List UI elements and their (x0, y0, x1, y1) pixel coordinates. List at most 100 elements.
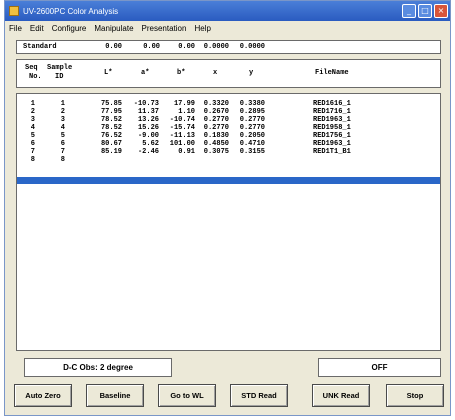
window-title: UV-2600PC Color Analysis (23, 6, 119, 16)
cell-L: 80.67 (100, 140, 122, 148)
cell-x: 0.3320 (203, 100, 229, 108)
cell-x: 0.4850 (203, 140, 229, 148)
table-row[interactable]: 6 6 80.67 5.62 101.00 0.4850 0.4710 RED1… (17, 140, 440, 148)
table-row[interactable]: 4 4 78.52 15.26 -15.74 0.2770 0.2770 RED… (17, 124, 440, 132)
menu-help[interactable]: Help (194, 24, 210, 33)
menu-presentation[interactable]: Presentation (142, 24, 187, 33)
cell-sample: 1 (60, 100, 65, 108)
cell-a: 15.26 (137, 124, 159, 132)
cell-seq: 4 (30, 124, 35, 132)
column-header-panel: Seq No. Sample ID L* a* b* x y FileName (16, 59, 441, 88)
shutter-status-display: OFF (318, 358, 441, 377)
standard-label: Standard (23, 43, 57, 51)
cell-filename: RED1756_1 (313, 132, 351, 140)
std-read-button[interactable]: STD Read (230, 384, 288, 407)
unk-read-button[interactable]: UNK Read (312, 384, 370, 407)
cell-y: 0.2895 (239, 108, 265, 116)
standard-value-b: 0.00 (178, 43, 195, 51)
cell-sample: 5 (60, 132, 65, 140)
cell-b: 101.00 (169, 140, 195, 148)
table-row[interactable]: 3 3 78.52 13.26 -10.74 0.2770 0.2770 RED… (17, 116, 440, 124)
cell-seq: 3 (30, 116, 35, 124)
cell-x: 0.1830 (203, 132, 229, 140)
cell-y: 0.4710 (239, 140, 265, 148)
standard-value-L: 0.00 (105, 43, 122, 51)
table-row[interactable]: 8 8 (17, 156, 440, 164)
cell-sample: 8 (60, 156, 65, 164)
table-row[interactable]: 2 2 77.95 11.37 1.10 0.2670 0.2895 RED17… (17, 108, 440, 116)
cell-x: 0.2770 (203, 116, 229, 124)
cell-y: 0.3380 (239, 100, 265, 108)
header-a: a* (141, 69, 150, 77)
table-row[interactable]: 1 1 75.85 -10.73 17.99 0.3320 0.3380 RED… (17, 100, 440, 108)
cell-a: -2.46 (137, 148, 159, 156)
cell-b: 17.99 (173, 100, 195, 108)
cell-L: 78.52 (100, 116, 122, 124)
go-to-wl-button[interactable]: Go to WL (158, 384, 216, 407)
cell-a: 5.62 (142, 140, 159, 148)
cell-y: 0.3155 (239, 148, 265, 156)
header-sample: Sample (47, 64, 73, 72)
app-icon (9, 6, 19, 16)
cell-seq: 5 (30, 132, 35, 140)
cell-filename: RED1958_1 (313, 124, 351, 132)
cell-sample: 3 (60, 116, 65, 124)
cell-L: 76.52 (100, 132, 122, 140)
cell-a: 11.37 (137, 108, 159, 116)
table-row[interactable]: 5 5 76.52 -9.00 -11.13 0.1830 0.2050 RED… (17, 132, 440, 140)
header-b: b* (177, 69, 186, 77)
menu-configure[interactable]: Configure (52, 24, 87, 33)
header-L: L* (104, 69, 113, 77)
cell-y: 0.2770 (239, 116, 265, 124)
cell-filename: RED1616_1 (313, 100, 351, 108)
cell-sample: 6 (60, 140, 65, 148)
cell-filename: RED1963_1 (313, 140, 351, 148)
header-seq: Seq (25, 64, 38, 72)
cell-a: 13.26 (137, 116, 159, 124)
cell-x: 0.2770 (203, 124, 229, 132)
table-row[interactable]: 7 7 85.19 -2.46 0.91 0.3075 0.3155 RED1T… (17, 148, 440, 156)
cell-seq: 1 (30, 100, 35, 108)
cell-L: 78.52 (100, 124, 122, 132)
selected-row-highlight (17, 177, 440, 184)
cell-seq: 6 (30, 140, 35, 148)
cell-x: 0.3075 (203, 148, 229, 156)
menu-file[interactable]: File (9, 24, 22, 33)
illuminant-observer-display: D-C Obs: 2 degree (24, 358, 172, 377)
menu-edit[interactable]: Edit (30, 24, 44, 33)
close-button[interactable]: × (434, 4, 448, 18)
header-sample-id: ID (55, 73, 64, 81)
data-table[interactable]: 1 1 75.85 -10.73 17.99 0.3320 0.3380 RED… (16, 93, 441, 351)
standard-value-a: 0.00 (143, 43, 160, 51)
standard-panel: Standard 0.00 0.00 0.00 0.0000 0.0000 (16, 40, 441, 54)
header-seq-no: No. (29, 73, 42, 81)
menu-manipulate[interactable]: Manipulate (94, 24, 133, 33)
header-y: y (249, 69, 254, 77)
cell-L: 85.19 (100, 148, 122, 156)
cell-b: -11.13 (169, 132, 195, 140)
cell-b: -15.74 (169, 124, 195, 132)
cell-y: 0.2770 (239, 124, 265, 132)
header-x: x (213, 69, 218, 77)
cell-filename: RED1963_1 (313, 116, 351, 124)
cell-L: 77.95 (100, 108, 122, 116)
cell-a: -9.00 (137, 132, 159, 140)
cell-sample: 2 (60, 108, 65, 116)
cell-y: 0.2050 (239, 132, 265, 140)
cell-b: 0.91 (178, 148, 195, 156)
minimize-button[interactable]: _ (402, 4, 416, 18)
cell-a: -10.73 (133, 100, 159, 108)
standard-value-x: 0.0000 (203, 43, 229, 51)
header-filename: FileName (315, 69, 349, 77)
standard-value-y: 0.0000 (239, 43, 265, 51)
title-bar: UV-2600PC Color Analysis _ □ × (5, 1, 450, 21)
auto-zero-button[interactable]: Auto Zero (14, 384, 72, 407)
cell-sample: 4 (60, 124, 65, 132)
stop-button[interactable]: Stop (386, 384, 444, 407)
baseline-button[interactable]: Baseline (86, 384, 144, 407)
cell-b: -10.74 (169, 116, 195, 124)
cell-filename: RED1T1_B1 (313, 148, 351, 156)
cell-sample: 7 (60, 148, 65, 156)
cell-seq: 2 (30, 108, 35, 116)
maximize-button[interactable]: □ (418, 4, 432, 18)
